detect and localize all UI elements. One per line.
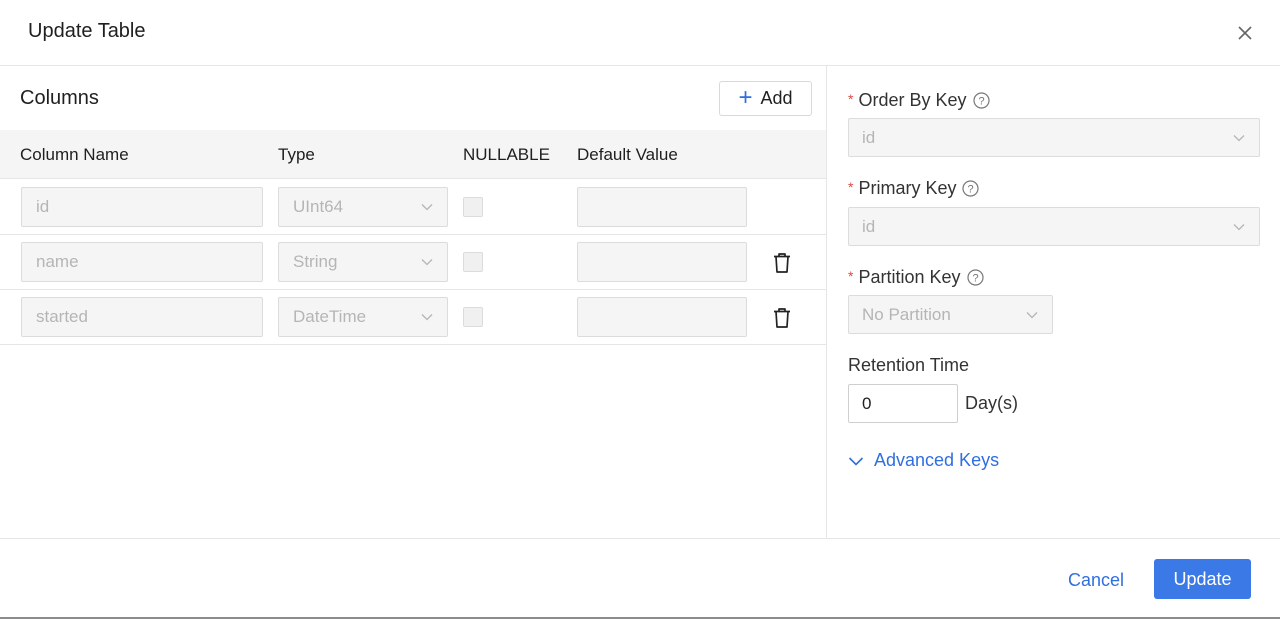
- order-by-key-value: id: [862, 128, 876, 147]
- retention-time-label: Retention Time: [848, 355, 970, 375]
- partition-key-text: Partition Key: [858, 267, 961, 287]
- primary-key-label: * Primary Key ?: [848, 178, 980, 199]
- header-type: Type: [278, 145, 315, 164]
- primary-key-text: Primary Key: [858, 178, 957, 198]
- header-column-name: Column Name: [20, 145, 129, 164]
- column-type-value: String: [293, 252, 338, 271]
- svg-text:?: ?: [978, 96, 984, 108]
- help-circle-icon[interactable]: ?: [962, 180, 980, 197]
- cancel-button[interactable]: Cancel: [1068, 570, 1124, 591]
- header-default-value: Default Value: [577, 145, 678, 164]
- partition-key-value: No Partition: [862, 305, 951, 324]
- chevron-down-icon: [421, 259, 433, 266]
- chevron-down-icon: [421, 204, 433, 211]
- table-row: name String: [0, 235, 826, 290]
- partition-key-label: * Partition Key ?: [848, 267, 984, 288]
- required-marker: *: [848, 267, 854, 284]
- column-name-input[interactable]: name: [21, 242, 263, 282]
- required-marker: *: [848, 178, 854, 195]
- svg-text:?: ?: [968, 184, 974, 196]
- retention-time-input[interactable]: 0: [848, 384, 958, 423]
- table-row: started DateTime: [0, 290, 826, 345]
- update-button[interactable]: Update: [1154, 559, 1251, 599]
- keys-panel: * Order By Key ? id * Primary Key ? id *…: [828, 66, 1280, 538]
- retention-unit: Day(s): [965, 393, 1018, 413]
- add-column-button[interactable]: + Add: [719, 81, 812, 116]
- order-by-key-text: Order By Key: [858, 90, 967, 110]
- header-nullable: NULLABLE: [463, 145, 550, 164]
- column-type-select[interactable]: DateTime: [278, 297, 448, 337]
- columns-panel: Columns + Add Column Name Type NULLABLE …: [0, 66, 827, 538]
- nullable-checkbox[interactable]: [463, 197, 483, 217]
- nullable-checkbox[interactable]: [463, 252, 483, 272]
- required-marker: *: [848, 90, 854, 107]
- column-type-value: UInt64: [293, 197, 344, 216]
- column-type-select[interactable]: UInt64: [278, 187, 448, 227]
- chevron-down-icon: [1233, 135, 1245, 142]
- partition-key-select[interactable]: No Partition: [848, 295, 1053, 334]
- dialog-title: Update Table: [28, 20, 146, 42]
- order-by-key-label: * Order By Key ?: [848, 90, 990, 111]
- plus-icon: +: [738, 83, 753, 111]
- dialog-footer: Cancel Update: [0, 538, 1280, 618]
- help-circle-icon[interactable]: ?: [966, 269, 984, 286]
- order-by-key-select[interactable]: id: [848, 118, 1260, 157]
- dialog-header: Update Table: [0, 0, 1280, 66]
- trash-icon[interactable]: [772, 252, 792, 274]
- columns-table-header: Column Name Type NULLABLE Default Value: [0, 130, 826, 179]
- default-value-input[interactable]: [577, 297, 747, 337]
- primary-key-select[interactable]: id: [848, 207, 1260, 246]
- chevron-down-icon: [1233, 224, 1245, 231]
- default-value-input[interactable]: [577, 187, 747, 227]
- trash-icon[interactable]: [772, 307, 792, 329]
- columns-title: Columns: [20, 87, 99, 109]
- svg-text:?: ?: [972, 273, 978, 285]
- table-row: id UInt64: [0, 180, 826, 235]
- column-type-value: DateTime: [293, 307, 367, 326]
- help-circle-icon[interactable]: ?: [972, 92, 990, 109]
- chevron-down-icon: [1026, 312, 1038, 319]
- add-button-label: Add: [760, 88, 793, 108]
- nullable-checkbox[interactable]: [463, 307, 483, 327]
- primary-key-value: id: [862, 217, 876, 236]
- advanced-keys-toggle[interactable]: Advanced Keys: [848, 450, 999, 471]
- close-icon[interactable]: [1236, 24, 1254, 42]
- default-value-input[interactable]: [577, 242, 747, 282]
- chevron-down-icon: [421, 314, 433, 321]
- column-name-input[interactable]: id: [21, 187, 263, 227]
- column-type-select[interactable]: String: [278, 242, 448, 282]
- column-name-input[interactable]: started: [21, 297, 263, 337]
- advanced-keys-label: Advanced Keys: [874, 450, 1000, 470]
- chevron-down-icon: [848, 456, 864, 466]
